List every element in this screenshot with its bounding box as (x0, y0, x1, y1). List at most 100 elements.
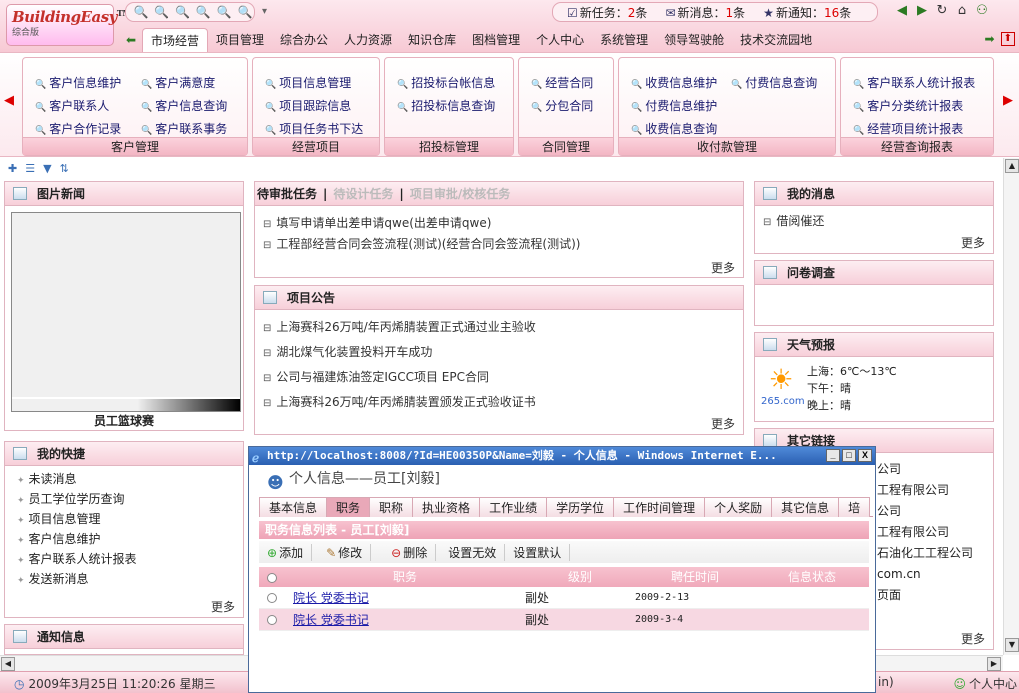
tool-dropdown[interactable]: ▾ (262, 6, 267, 17)
ribbon-right-arrow-icon[interactable]: ▶ (1003, 93, 1013, 108)
list-item[interactable]: 公司与福建炼油签定IGCC项目 EPC合同 (263, 368, 735, 385)
tab-basic-info[interactable]: 基本信息 (259, 497, 328, 517)
link-item[interactable]: com.cn (877, 564, 973, 585)
magnifier-icon[interactable]: 🔍 (194, 5, 212, 19)
magnifier-icon[interactable]: 🔍 (236, 5, 254, 19)
menu-item-tech-forum[interactable]: 技术交流园地 (732, 28, 820, 52)
ribbon-item[interactable]: 经营合同 (531, 74, 593, 91)
tab-pending-approval[interactable]: 待审批任务 (257, 185, 317, 202)
row-radio[interactable] (267, 593, 277, 603)
ribbon-item[interactable]: 收费信息维护 (631, 74, 717, 91)
tab-awards[interactable]: 个人奖励 (704, 497, 773, 517)
list-item[interactable]: 上海赛科26万吨/年丙烯腈装置颁发正式验收证书 (263, 393, 735, 410)
vertical-scrollbar[interactable]: ▲ ▼ (1003, 158, 1019, 655)
tab-title[interactable]: 职称 (369, 497, 414, 517)
menu-item-personal[interactable]: 个人中心 (528, 28, 592, 52)
menu-right-arrow-icon[interactable]: ➡ (985, 32, 995, 46)
sync-icon[interactable]: ⇅ (60, 162, 69, 175)
ribbon-item[interactable]: 经营项目统计报表 (853, 120, 963, 137)
add-button[interactable]: ⊕ 添加 (259, 543, 313, 561)
ribbon-item[interactable]: 付费信息查询 (731, 74, 817, 91)
tab-work-time[interactable]: 工作时间管理 (613, 497, 706, 517)
link-item[interactable]: 工程有限公司 (877, 480, 973, 501)
dropdown-icon[interactable]: ▼ (43, 162, 51, 175)
close-button[interactable]: X (858, 449, 872, 462)
select-all-radio[interactable] (267, 572, 277, 583)
menu-item-hr[interactable]: 人力资源 (336, 28, 400, 52)
link-item[interactable]: 页面 (877, 585, 973, 606)
new-notice-stat[interactable]: ★ 新通知：16条 (763, 4, 851, 21)
minimize-button[interactable]: _ (826, 449, 840, 462)
ribbon-item[interactable]: 客户联系人 (35, 97, 109, 114)
magnifier-icon[interactable]: 🔍 (153, 5, 171, 19)
position-link[interactable]: 院长 党委书记 (285, 587, 525, 608)
menu-left-arrow-icon[interactable]: ⬅ (120, 33, 142, 47)
back-icon[interactable]: ◀ (894, 3, 910, 18)
scroll-down-icon[interactable]: ▼ (1005, 638, 1019, 652)
tab-performance[interactable]: 工作业绩 (479, 497, 548, 517)
list-item[interactable]: 填写申请单出差申请qwe(出差申请qwe) (263, 214, 735, 231)
refresh-icon[interactable]: ↻ (934, 3, 950, 18)
table-row[interactable]: 院长 党委书记 副处 2009-2-13 (259, 587, 869, 609)
table-row[interactable]: 院长 党委书记 副处 2009-3-4 (259, 609, 869, 631)
scroll-left-icon[interactable]: ◀ (1, 657, 15, 671)
ribbon-item[interactable]: 付费信息维护 (631, 97, 717, 114)
more-link[interactable]: 更多 (961, 630, 985, 647)
menu-item-market[interactable]: 市场经营 (142, 28, 209, 52)
menu-item-cockpit[interactable]: 领导驾驶舱 (656, 28, 732, 52)
tab-other-info[interactable]: 其它信息 (771, 497, 840, 517)
tab-qualification[interactable]: 执业资格 (412, 497, 481, 517)
row-radio[interactable] (267, 615, 277, 625)
tab-education[interactable]: 学历学位 (546, 497, 615, 517)
magnifier-icon[interactable]: 🔍 (132, 5, 150, 19)
quick-link-item[interactable]: 未读消息 (17, 470, 231, 487)
ribbon-item[interactable]: 客户合作记录 (35, 120, 121, 137)
magnifier-icon[interactable]: 🔍 (215, 5, 233, 19)
menu-item-project[interactable]: 项目管理 (208, 28, 272, 52)
ribbon-left-arrow-icon[interactable]: ◀ (4, 93, 14, 108)
ribbon-item[interactable]: 分包合同 (531, 97, 593, 114)
users-icon[interactable]: ⚇ (974, 3, 990, 18)
more-link[interactable]: 更多 (711, 259, 735, 276)
weather-brand[interactable]: 265.com (761, 396, 805, 407)
news-image[interactable] (11, 212, 241, 412)
ribbon-item[interactable]: 收费信息查询 (631, 120, 717, 137)
list-item[interactable]: 湖北煤气化装置投料开车成功 (263, 343, 735, 360)
new-task-stat[interactable]: ☑ 新任务：2条 (567, 4, 647, 21)
scroll-up-icon[interactable]: ▲ (1005, 159, 1019, 173)
set-invalid-button[interactable]: 设置无效 (436, 543, 506, 561)
link-item[interactable]: 公司 (877, 459, 973, 480)
ribbon-item[interactable]: 客户信息维护 (35, 74, 121, 91)
quick-link-item[interactable]: 员工学位学历查询 (17, 490, 231, 507)
menu-item-drawings[interactable]: 图档管理 (464, 28, 528, 52)
edit-button[interactable]: ✎ 修改 (312, 543, 372, 561)
delete-button[interactable]: ⊖ 删除 (371, 543, 437, 561)
tab-project-review[interactable]: 项目审批/校核任务 (410, 185, 510, 202)
magnifier-icon[interactable]: 🔍 (174, 5, 192, 19)
personal-center-link[interactable]: ☺ 个人中心 (953, 675, 1017, 692)
quick-link-item[interactable]: 客户信息维护 (17, 530, 231, 547)
tab-training[interactable]: 培 (838, 497, 871, 517)
link-item[interactable]: 工程有限公司 (877, 522, 973, 543)
ribbon-item[interactable]: 项目信息管理 (265, 74, 351, 91)
app-logo[interactable]: BuildingEasyTM 综合版 (6, 4, 131, 46)
position-link[interactable]: 院长 党委书记 (285, 609, 525, 630)
ribbon-item[interactable]: 客户信息查询 (141, 97, 227, 114)
ribbon-item[interactable]: 客户联系人统计报表 (853, 74, 975, 91)
menu-item-knowledge[interactable]: 知识仓库 (400, 28, 464, 52)
set-default-button[interactable]: 设置默认 (505, 543, 571, 561)
more-link[interactable]: 更多 (961, 234, 985, 251)
maximize-button[interactable]: □ (842, 449, 856, 462)
ribbon-item[interactable]: 客户分类统计报表 (853, 97, 963, 114)
ribbon-item[interactable]: 招投标信息查询 (397, 97, 495, 114)
window-titlebar[interactable]: ℯ http://localhost:8008/?Id=HE00350P&Nam… (249, 447, 875, 465)
list-item[interactable]: 借阅催还 (763, 212, 985, 229)
scroll-right-icon[interactable]: ▶ (987, 657, 1001, 671)
add-icon[interactable]: ✚ (8, 162, 17, 175)
link-item[interactable]: 石油化工工程公司 (877, 543, 973, 564)
ribbon-item[interactable]: 招投标台帐信息 (397, 74, 495, 91)
menu-item-office[interactable]: 综合办公 (272, 28, 336, 52)
link-item[interactable]: 公司 (877, 501, 973, 522)
layout-icon[interactable]: ☰ (25, 162, 35, 175)
quick-link-item[interactable]: 项目信息管理 (17, 510, 231, 527)
